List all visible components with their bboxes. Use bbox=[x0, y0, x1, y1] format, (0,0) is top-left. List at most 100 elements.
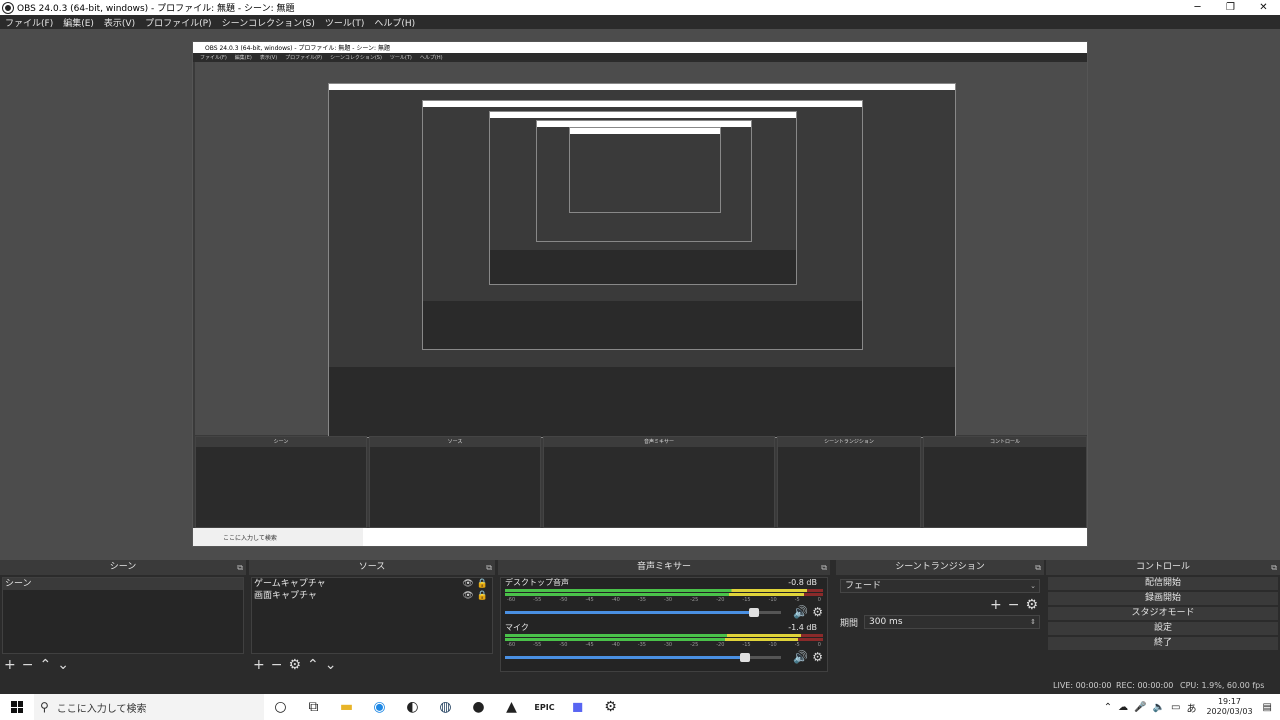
duration-spinbox[interactable]: 300 ms ⇕ bbox=[864, 615, 1040, 629]
nested-capture-1 bbox=[328, 83, 956, 438]
move-up-icon[interactable]: ⌃ bbox=[307, 657, 319, 673]
status-bar: LIVE: 00:00:00 REC: 00:00:00 CPU: 1.9%, … bbox=[0, 676, 1280, 694]
captured-menu-tools: ツール(T) bbox=[389, 55, 412, 61]
windows-start-icon[interactable] bbox=[0, 694, 34, 720]
settings-button[interactable]: 設定 bbox=[1048, 622, 1278, 635]
obs-logo-icon bbox=[3, 2, 13, 13]
volume-slider[interactable] bbox=[505, 652, 782, 662]
add-scene-button[interactable]: + bbox=[4, 657, 16, 673]
epic-games-icon[interactable]: EPIC bbox=[528, 694, 561, 720]
sources-list[interactable]: ゲームキャプチャ 👁 🔒 画面キャプチャ 👁 🔒 bbox=[251, 577, 493, 654]
dock-float-icon[interactable]: ⧉ bbox=[1271, 560, 1277, 575]
captured-window-title: OBS 24.0.3 (64-bit, windows) - プロファイル: 無… bbox=[193, 42, 1087, 53]
gear-icon[interactable]: ⚙ bbox=[812, 650, 823, 664]
captured-dock-controls: コントロール bbox=[923, 436, 1087, 528]
volume-icon[interactable]: 🔈 bbox=[1153, 702, 1165, 713]
chevron-up-icon[interactable]: ⌃ bbox=[1104, 702, 1112, 713]
network-icon[interactable]: ▭ bbox=[1171, 702, 1180, 713]
cortana-icon[interactable]: ○ bbox=[264, 694, 297, 720]
move-down-icon[interactable]: ⌄ bbox=[325, 657, 337, 673]
captured-menu-scene-collection: シーンコレクション(S) bbox=[330, 55, 382, 61]
remove-source-button[interactable]: − bbox=[271, 657, 283, 673]
gear-icon[interactable]: ⚙ bbox=[1025, 597, 1038, 613]
list-item[interactable]: シーン bbox=[3, 578, 243, 590]
dock-float-icon[interactable]: ⧉ bbox=[237, 560, 243, 575]
meter-level bbox=[505, 634, 801, 637]
gear-icon[interactable]: ⚙ bbox=[812, 605, 823, 619]
visibility-icon[interactable]: 👁 bbox=[462, 578, 473, 590]
spin-arrows-icon[interactable]: ⇕ bbox=[1030, 616, 1036, 628]
mixer-dock-header: 音声ミキサー ⧉ bbox=[498, 560, 830, 575]
captured-preview bbox=[195, 62, 1087, 438]
menu-tools[interactable]: ツール(T) bbox=[320, 16, 370, 29]
menu-help[interactable]: ヘルプ(H) bbox=[369, 16, 420, 29]
dock-float-icon[interactable]: ⧉ bbox=[821, 560, 827, 575]
preview-canvas[interactable]: OBS 24.0.3 (64-bit, windows) - プロファイル: 無… bbox=[0, 29, 1280, 560]
ime-icon[interactable]: あ bbox=[1186, 700, 1196, 715]
photos-icon[interactable]: ▲ bbox=[495, 694, 528, 720]
transitions-dock: シーントランジション ⧉ フェード ⌄ + − ⚙ 期間 300 ms ⇕ bbox=[836, 560, 1044, 676]
dock-area: シーン ⧉ シーン + − ⌃ ⌄ ソース ⧉ ゲームキャプチャ 👁 🔒 画面キャプチャ… bbox=[0, 560, 1280, 694]
list-item[interactable]: ゲームキャプチャ 👁 🔒 bbox=[252, 578, 492, 590]
window-title: OBS 24.0.3 (64-bit, windows) - プロファイル: 無… bbox=[17, 4, 295, 14]
weather-icon[interactable]: ☁ bbox=[1118, 702, 1128, 713]
close-button[interactable]: ✕ bbox=[1247, 0, 1280, 15]
move-up-icon[interactable]: ⌃ bbox=[39, 657, 51, 673]
speaker-icon[interactable]: 🔊 bbox=[793, 605, 808, 619]
task-view-icon[interactable]: ⧉ bbox=[297, 694, 330, 720]
mixer-track-desktop: デスクトップ音声 -0.8 dB -60 -55 -50 -45 -40 -35 -30 -25… bbox=[505, 578, 823, 623]
settings-gear-icon[interactable]: ⚙ bbox=[594, 694, 627, 720]
steam-icon[interactable]: ◍ bbox=[429, 694, 462, 720]
lock-icon[interactable]: 🔒 bbox=[477, 590, 488, 602]
speaker-icon[interactable]: 🔊 bbox=[793, 650, 808, 664]
taskbar-search[interactable]: ⚲ ここに入力して検索 bbox=[34, 694, 264, 720]
studio-mode-button[interactable]: スタジオモード bbox=[1048, 607, 1278, 620]
visibility-icon[interactable]: 👁 bbox=[462, 590, 473, 602]
meter-ticks: -60 -55 -50 -45 -40 -35 -30 -25 -20 -15 -10 -5 0 bbox=[507, 597, 821, 603]
move-down-icon[interactable]: ⌄ bbox=[57, 657, 69, 673]
volume-meter bbox=[505, 589, 823, 592]
mixer-dock: 音声ミキサー ⧉ デスクトップ音声 -0.8 dB -60 -55 -50 -45 -40-… bbox=[498, 560, 830, 676]
menu-edit[interactable]: 編集(E) bbox=[58, 16, 99, 29]
volume-slider[interactable] bbox=[505, 607, 782, 617]
exit-button[interactable]: 終了 bbox=[1048, 637, 1278, 650]
captured-dock-scenes: シーン bbox=[195, 436, 367, 528]
file-explorer-icon[interactable]: ▬ bbox=[330, 694, 363, 720]
maximize-button[interactable]: ❐ bbox=[1214, 0, 1247, 15]
microphone-icon[interactable]: 🎤 bbox=[1134, 702, 1146, 713]
menu-view[interactable]: 表示(V) bbox=[99, 16, 140, 29]
dock-float-icon[interactable]: ⧉ bbox=[1035, 560, 1041, 575]
remove-transition-button[interactable]: − bbox=[1008, 597, 1020, 613]
meter-level bbox=[505, 593, 804, 596]
menu-file[interactable]: ファイル(F) bbox=[0, 16, 58, 29]
minimize-button[interactable]: ─ bbox=[1181, 0, 1214, 15]
track-name: デスクトップ音声 bbox=[505, 578, 569, 587]
add-source-button[interactable]: + bbox=[253, 657, 265, 673]
lock-icon[interactable]: 🔒 bbox=[477, 578, 488, 590]
captured-menu-bar: ファイル(F) 編集(E) 表示(V) プロファイル(P) シーンコレクション(… bbox=[193, 53, 1087, 62]
menu-scene-collection[interactable]: シーンコレクション(S) bbox=[217, 16, 320, 29]
windows-taskbar: ⚲ ここに入力して検索 ○ ⧉ ▬ ◉ ◐ ◍ ● ▲ EPIC ◼ ⚙ ⌃ ☁… bbox=[0, 694, 1280, 720]
add-transition-button[interactable]: + bbox=[990, 597, 1002, 613]
taskbar-clock[interactable]: 19:17 2020/03/03 bbox=[1206, 697, 1252, 717]
remove-scene-button[interactable]: − bbox=[22, 657, 34, 673]
gear-icon[interactable]: ⚙ bbox=[288, 657, 301, 673]
screen-capture-preview: OBS 24.0.3 (64-bit, windows) - プロファイル: 無… bbox=[192, 41, 1088, 547]
obs-icon[interactable]: ● bbox=[462, 694, 495, 720]
notification-icon[interactable]: ▤ bbox=[1263, 702, 1272, 713]
track-name: マイク bbox=[505, 623, 529, 632]
transition-select[interactable]: フェード ⌄ bbox=[840, 579, 1040, 593]
dock-float-icon[interactable]: ⧉ bbox=[486, 560, 492, 575]
chevron-down-icon: ⌄ bbox=[1030, 582, 1036, 590]
list-item[interactable]: 画面キャプチャ 👁 🔒 bbox=[252, 590, 492, 602]
scenes-list[interactable]: シーン bbox=[2, 577, 244, 654]
browser-icon[interactable]: ◉ bbox=[363, 694, 396, 720]
chrome-icon[interactable]: ◐ bbox=[396, 694, 429, 720]
start-streaming-button[interactable]: 配信開始 bbox=[1048, 577, 1278, 590]
menu-profile[interactable]: プロファイル(P) bbox=[140, 16, 216, 29]
discord-icon[interactable]: ◼ bbox=[561, 694, 594, 720]
scenes-toolbar: + − ⌃ ⌄ bbox=[4, 656, 69, 674]
start-recording-button[interactable]: 録画開始 bbox=[1048, 592, 1278, 605]
controls-dock: コントロール ⧉ 配信開始 録画開始 スタジオモード 設定 終了 bbox=[1046, 560, 1280, 676]
captured-menu-file: ファイル(F) bbox=[200, 55, 227, 61]
